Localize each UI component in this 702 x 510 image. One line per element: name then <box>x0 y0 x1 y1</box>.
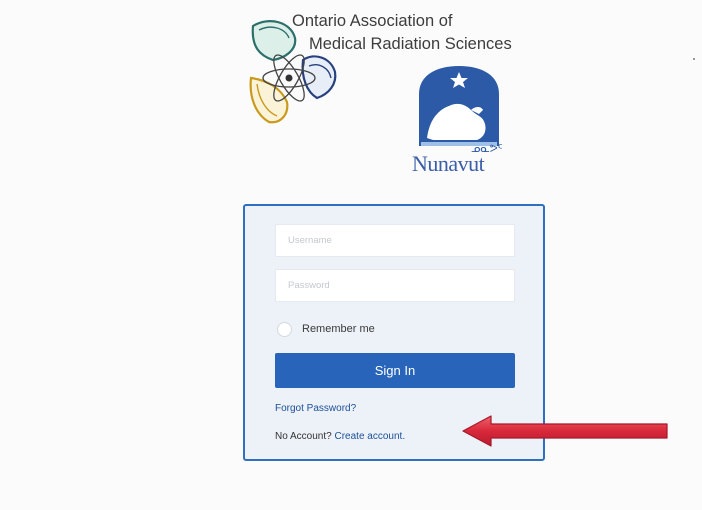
sign-in-button[interactable]: Sign In <box>275 353 515 388</box>
no-account-row: No Account? Create account. <box>275 431 405 442</box>
org-name-line2: Medical Radiation Sciences <box>309 35 512 53</box>
remember-me-checkbox[interactable] <box>277 321 292 337</box>
scan-speck <box>693 58 695 60</box>
username-input[interactable] <box>275 224 515 257</box>
red-arrow-icon <box>461 414 671 448</box>
forgot-password-link[interactable]: Forgot Password? <box>275 403 356 414</box>
remember-me-label: Remember me <box>302 323 375 335</box>
create-account-link[interactable]: Create account. <box>335 431 406 442</box>
password-input[interactable] <box>275 269 515 302</box>
nunavut-wordmark: Nunavut <box>412 151 485 176</box>
no-account-label: No Account? <box>275 431 332 442</box>
org-name-line1: Ontario Association of <box>292 12 453 30</box>
remember-me-row[interactable]: Remember me <box>277 320 375 338</box>
